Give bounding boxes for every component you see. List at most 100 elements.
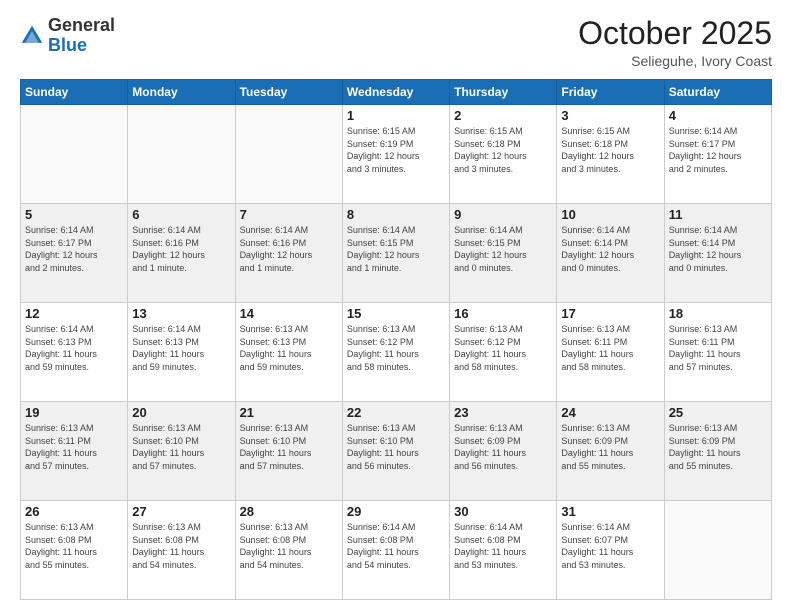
day-number: 6 <box>132 207 230 222</box>
day-number: 20 <box>132 405 230 420</box>
day-info: Sunrise: 6:13 AM Sunset: 6:10 PM Dayligh… <box>240 422 338 472</box>
calendar-cell-2-3: 15 Sunrise: 6:13 AM Sunset: 6:12 PM Dayli… <box>342 303 449 402</box>
day-info: Sunrise: 6:13 AM Sunset: 6:11 PM Dayligh… <box>669 323 767 373</box>
col-tuesday: Tuesday <box>235 80 342 105</box>
calendar-cell-2-5: 17 Sunrise: 6:13 AM Sunset: 6:11 PM Dayli… <box>557 303 664 402</box>
calendar-cell-2-6: 18Sunrise: 6:13 AM Sunset: 6:11 PM Dayli… <box>664 303 771 402</box>
calendar-cell-1-5: 10Sunrise: 6:14 AM Sunset: 6:14 PM Dayli… <box>557 204 664 303</box>
day-number: 31 <box>561 504 659 519</box>
calendar-cell-3-5: 24 Sunrise: 6:13 AM Sunset: 6:09 PM Dayli… <box>557 402 664 501</box>
calendar-cell-4-1: 27Sunrise: 6:13 AM Sunset: 6:08 PM Dayli… <box>128 501 235 600</box>
day-info: Sunrise: 6:13 AM Sunset: 6:09 PM Dayligh… <box>454 422 552 472</box>
day-info: Sunrise: 6:14 AM Sunset: 6:08 PM Dayligh… <box>347 521 445 571</box>
day-number: 5 <box>25 207 123 222</box>
calendar-cell-2-2: 14Sunrise: 6:13 AM Sunset: 6:13 PM Dayli… <box>235 303 342 402</box>
day-number: 28 <box>240 504 338 519</box>
day-info: Sunrise: 6:14 AM Sunset: 6:17 PM Dayligh… <box>669 125 767 175</box>
logo-general: General <box>48 15 115 35</box>
day-number: 14 <box>240 306 338 321</box>
col-saturday: Saturday <box>664 80 771 105</box>
calendar-cell-2-1: 13Sunrise: 6:14 AM Sunset: 6:13 PM Dayli… <box>128 303 235 402</box>
calendar-cell-3-2: 21 Sunrise: 6:13 AM Sunset: 6:10 PM Dayli… <box>235 402 342 501</box>
day-number: 22 <box>347 405 445 420</box>
calendar-cell-1-2: 7 Sunrise: 6:14 AM Sunset: 6:16 PM Daylig… <box>235 204 342 303</box>
day-info: Sunrise: 6:14 AM Sunset: 6:08 PM Dayligh… <box>454 521 552 571</box>
day-info: Sunrise: 6:13 AM Sunset: 6:10 PM Dayligh… <box>347 422 445 472</box>
calendar-cell-3-0: 19 Sunrise: 6:13 AM Sunset: 6:11 PM Dayli… <box>21 402 128 501</box>
calendar-cell-1-0: 5 Sunrise: 6:14 AM Sunset: 6:17 PM Daylig… <box>21 204 128 303</box>
logo-icon <box>20 24 44 48</box>
day-number: 25 <box>669 405 767 420</box>
calendar-cell-2-0: 12 Sunrise: 6:14 AM Sunset: 6:13 PM Dayli… <box>21 303 128 402</box>
day-info: Sunrise: 6:14 AM Sunset: 6:14 PM Dayligh… <box>669 224 767 274</box>
title-area: October 2025 Selieguhe, Ivory Coast <box>578 16 772 69</box>
logo-blue: Blue <box>48 35 87 55</box>
calendar-cell-4-5: 31 Sunrise: 6:14 AM Sunset: 6:07 PM Dayli… <box>557 501 664 600</box>
day-info: Sunrise: 6:14 AM Sunset: 6:16 PM Dayligh… <box>240 224 338 274</box>
calendar-cell-3-4: 23 Sunrise: 6:13 AM Sunset: 6:09 PM Dayli… <box>450 402 557 501</box>
calendar-cell-2-4: 16Sunrise: 6:13 AM Sunset: 6:12 PM Dayli… <box>450 303 557 402</box>
calendar-cell-0-4: 2 Sunrise: 6:15 AM Sunset: 6:18 PM Daylig… <box>450 105 557 204</box>
week-row-3: 12 Sunrise: 6:14 AM Sunset: 6:13 PM Dayli… <box>21 303 772 402</box>
calendar-cell-4-4: 30 Sunrise: 6:14 AM Sunset: 6:08 PM Dayli… <box>450 501 557 600</box>
day-info: Sunrise: 6:13 AM Sunset: 6:12 PM Dayligh… <box>347 323 445 373</box>
week-row-2: 5 Sunrise: 6:14 AM Sunset: 6:17 PM Daylig… <box>21 204 772 303</box>
day-number: 23 <box>454 405 552 420</box>
calendar-cell-0-3: 1 Sunrise: 6:15 AM Sunset: 6:19 PM Daylig… <box>342 105 449 204</box>
calendar-cell-0-2 <box>235 105 342 204</box>
day-info: Sunrise: 6:15 AM Sunset: 6:19 PM Dayligh… <box>347 125 445 175</box>
col-friday: Friday <box>557 80 664 105</box>
day-number: 9 <box>454 207 552 222</box>
day-info: Sunrise: 6:14 AM Sunset: 6:13 PM Dayligh… <box>25 323 123 373</box>
day-number: 30 <box>454 504 552 519</box>
day-number: 26 <box>25 504 123 519</box>
day-number: 15 <box>347 306 445 321</box>
logo: General Blue <box>20 16 115 56</box>
calendar-cell-4-3: 29 Sunrise: 6:14 AM Sunset: 6:08 PM Dayli… <box>342 501 449 600</box>
day-info: Sunrise: 6:15 AM Sunset: 6:18 PM Dayligh… <box>561 125 659 175</box>
day-number: 4 <box>669 108 767 123</box>
day-number: 7 <box>240 207 338 222</box>
week-row-1: 1 Sunrise: 6:15 AM Sunset: 6:19 PM Daylig… <box>21 105 772 204</box>
calendar-table: Sunday Monday Tuesday Wednesday Thursday… <box>20 79 772 600</box>
day-number: 17 <box>561 306 659 321</box>
day-info: Sunrise: 6:13 AM Sunset: 6:11 PM Dayligh… <box>561 323 659 373</box>
calendar-cell-0-5: 3Sunrise: 6:15 AM Sunset: 6:18 PM Daylig… <box>557 105 664 204</box>
day-number: 21 <box>240 405 338 420</box>
day-info: Sunrise: 6:13 AM Sunset: 6:10 PM Dayligh… <box>132 422 230 472</box>
day-info: Sunrise: 6:14 AM Sunset: 6:14 PM Dayligh… <box>561 224 659 274</box>
day-info: Sunrise: 6:14 AM Sunset: 6:07 PM Dayligh… <box>561 521 659 571</box>
day-info: Sunrise: 6:13 AM Sunset: 6:09 PM Dayligh… <box>561 422 659 472</box>
day-info: Sunrise: 6:14 AM Sunset: 6:17 PM Dayligh… <box>25 224 123 274</box>
day-info: Sunrise: 6:13 AM Sunset: 6:11 PM Dayligh… <box>25 422 123 472</box>
calendar-cell-3-1: 20 Sunrise: 6:13 AM Sunset: 6:10 PM Dayli… <box>128 402 235 501</box>
calendar-cell-3-6: 25Sunrise: 6:13 AM Sunset: 6:09 PM Dayli… <box>664 402 771 501</box>
day-number: 19 <box>25 405 123 420</box>
day-number: 1 <box>347 108 445 123</box>
calendar-cell-0-6: 4 Sunrise: 6:14 AM Sunset: 6:17 PM Daylig… <box>664 105 771 204</box>
day-number: 12 <box>25 306 123 321</box>
page: General Blue October 2025 Selieguhe, Ivo… <box>0 0 792 612</box>
day-info: Sunrise: 6:13 AM Sunset: 6:08 PM Dayligh… <box>25 521 123 571</box>
calendar-header-row: Sunday Monday Tuesday Wednesday Thursday… <box>21 80 772 105</box>
day-info: Sunrise: 6:15 AM Sunset: 6:18 PM Dayligh… <box>454 125 552 175</box>
calendar-cell-1-6: 11 Sunrise: 6:14 AM Sunset: 6:14 PM Dayli… <box>664 204 771 303</box>
day-number: 13 <box>132 306 230 321</box>
day-number: 24 <box>561 405 659 420</box>
calendar-cell-4-2: 28Sunrise: 6:13 AM Sunset: 6:08 PM Dayli… <box>235 501 342 600</box>
day-info: Sunrise: 6:14 AM Sunset: 6:16 PM Dayligh… <box>132 224 230 274</box>
day-number: 2 <box>454 108 552 123</box>
location-title: Selieguhe, Ivory Coast <box>578 53 772 69</box>
calendar-cell-4-0: 26 Sunrise: 6:13 AM Sunset: 6:08 PM Dayli… <box>21 501 128 600</box>
day-number: 8 <box>347 207 445 222</box>
day-number: 29 <box>347 504 445 519</box>
day-number: 11 <box>669 207 767 222</box>
day-number: 16 <box>454 306 552 321</box>
logo-text: General Blue <box>48 16 115 56</box>
col-monday: Monday <box>128 80 235 105</box>
day-info: Sunrise: 6:13 AM Sunset: 6:08 PM Dayligh… <box>132 521 230 571</box>
week-row-4: 19 Sunrise: 6:13 AM Sunset: 6:11 PM Dayli… <box>21 402 772 501</box>
day-info: Sunrise: 6:14 AM Sunset: 6:15 PM Dayligh… <box>347 224 445 274</box>
calendar-cell-1-4: 9Sunrise: 6:14 AM Sunset: 6:15 PM Daylig… <box>450 204 557 303</box>
calendar-cell-0-0 <box>21 105 128 204</box>
